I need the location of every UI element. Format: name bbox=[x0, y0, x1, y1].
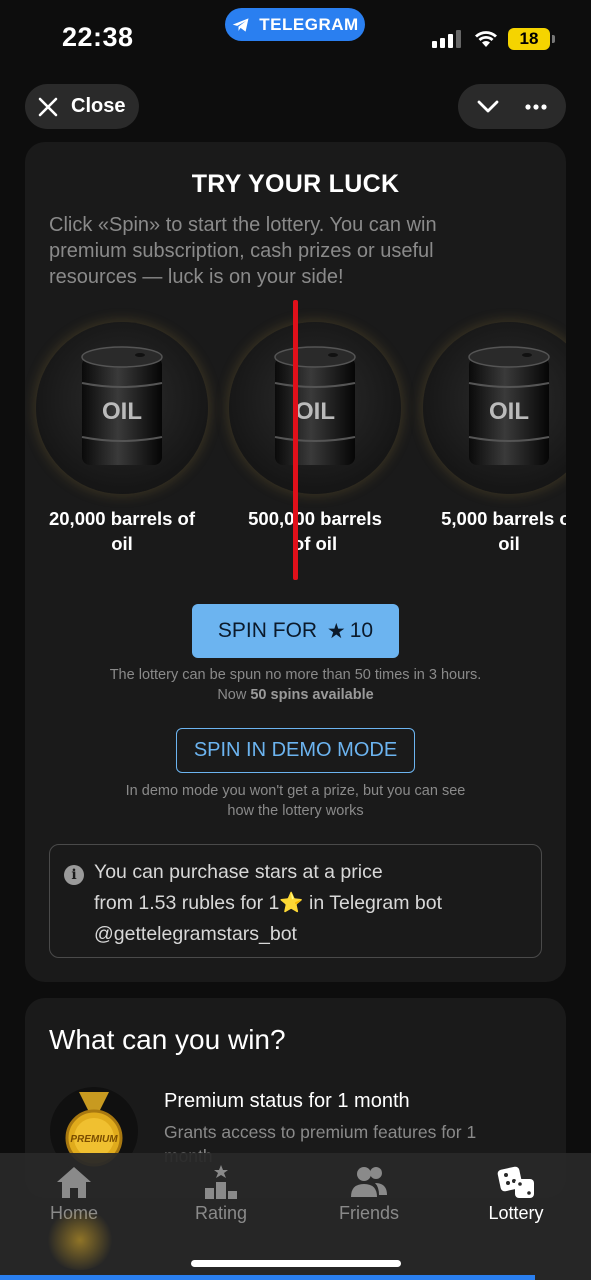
info-icon: i bbox=[64, 865, 84, 885]
telegram-label: TELEGRAM bbox=[259, 14, 359, 34]
podium-icon bbox=[205, 1165, 237, 1199]
spin-note-line: Now 50 spins available bbox=[25, 685, 566, 705]
prizes-list-title: What can you win? bbox=[49, 1024, 286, 1055]
close-button[interactable]: Close bbox=[25, 84, 139, 129]
demo-mode-note: In demo mode you won't get a prize, but … bbox=[25, 781, 566, 821]
barrel-text: OIL bbox=[102, 398, 142, 425]
close-label: Close bbox=[71, 95, 126, 117]
star-emoji-icon: ⭐ bbox=[279, 892, 304, 914]
info-price: from 1.53 rubles for 1 bbox=[94, 892, 280, 914]
background-glow bbox=[45, 1210, 115, 1270]
bottom-accent-bar bbox=[0, 1275, 535, 1280]
prize-label-line: 5,000 barrels of bbox=[441, 508, 566, 529]
spin-button[interactable]: SPIN FOR ★ 10 bbox=[192, 604, 399, 658]
demo-note-line: In demo mode you won't get a prize, but … bbox=[125, 783, 466, 799]
prize-item: OIL 20,000 barrels of oil bbox=[25, 322, 219, 556]
home-icon bbox=[57, 1167, 91, 1198]
telegram-pill[interactable]: TELEGRAM bbox=[225, 8, 365, 41]
prize-item: OIL 500,000 barrels of oil bbox=[218, 322, 412, 556]
info-line: from 1.53 rubles for 1⭐ in Telegram bot bbox=[94, 888, 534, 919]
spin-note-line: The lottery can be spun no more than 50 … bbox=[109, 667, 482, 683]
lottery-title: TRY YOUR LUCK bbox=[191, 170, 400, 198]
star-icon: ★ bbox=[326, 619, 346, 643]
wifi-icon bbox=[475, 31, 497, 47]
stars-info-text: You can purchase stars at a price from 1… bbox=[94, 857, 534, 950]
nav-label: Lottery bbox=[488, 1203, 544, 1223]
spin-button-prefix: SPIN FOR bbox=[217, 619, 323, 642]
info-bot-text: in Telegram bot bbox=[303, 892, 443, 914]
prize-label: 5,000 barrels of oil bbox=[412, 506, 566, 556]
oil-barrel-icon: OIL bbox=[81, 346, 163, 465]
dice-icon bbox=[497, 1166, 534, 1198]
prize-label-line: 500,000 barrels bbox=[248, 508, 382, 529]
prize-circle: OIL bbox=[423, 322, 566, 494]
bot-link[interactable]: @gettelegramstars_bot bbox=[94, 919, 534, 950]
reel-pointer-line bbox=[293, 300, 298, 580]
demo-mode-button[interactable]: SPIN IN DEMO MODE bbox=[176, 728, 415, 773]
barrel-text: OIL bbox=[295, 398, 335, 425]
telegram-icon bbox=[232, 17, 249, 32]
chevron-down-icon[interactable] bbox=[475, 94, 501, 120]
home-indicator[interactable] bbox=[191, 1260, 401, 1267]
nav-label: Friends bbox=[338, 1203, 400, 1223]
prize-label-line: oil bbox=[498, 533, 520, 554]
oil-barrel-icon: OIL bbox=[468, 346, 550, 465]
prize-item-title: Premium status for 1 month bbox=[164, 1090, 410, 1112]
spin-note-now: Now bbox=[217, 687, 251, 703]
oil-barrel-icon: OIL bbox=[274, 346, 356, 465]
prize-label-line: of oil bbox=[292, 533, 338, 554]
prize-circle: OIL bbox=[229, 322, 401, 494]
stars-info-box: i You can purchase stars at a price from… bbox=[49, 844, 542, 958]
more-options-icon[interactable] bbox=[523, 94, 549, 120]
menu-pill bbox=[458, 84, 566, 129]
barrel-text: OIL bbox=[489, 398, 529, 425]
nav-label: Rating bbox=[194, 1203, 248, 1223]
cellular-signal-icon bbox=[432, 30, 461, 48]
battery-icon: 18 bbox=[508, 28, 555, 50]
prize-label: 20,000 barrels of oil bbox=[25, 506, 219, 556]
clock: 22:38 bbox=[62, 22, 134, 52]
prize-label-line: 20,000 barrels of bbox=[48, 508, 196, 529]
prize-label-line: oil bbox=[111, 533, 133, 554]
prize-circle: OIL bbox=[36, 322, 208, 494]
nav-friends[interactable]: Friends bbox=[309, 1159, 429, 1224]
nav-rating[interactable]: Rating bbox=[161, 1159, 281, 1224]
lottery-description: Click «Spin» to start the lottery. You c… bbox=[49, 214, 437, 288]
lottery-card: TRY YOUR LUCK Click «Spin» to start the … bbox=[25, 142, 566, 982]
medal-text: PREMIUM bbox=[70, 1134, 118, 1145]
info-line: You can purchase stars at a price bbox=[94, 861, 383, 883]
spins-available: 50 spins available bbox=[250, 687, 374, 703]
prize-label: 500,000 barrels of oil bbox=[218, 506, 412, 556]
close-icon bbox=[38, 97, 58, 116]
battery-level: 18 bbox=[519, 29, 539, 48]
spin-limit-note: The lottery can be spun no more than 50 … bbox=[25, 665, 566, 705]
nav-lottery[interactable]: Lottery bbox=[456, 1159, 576, 1224]
friends-icon bbox=[351, 1167, 387, 1197]
demo-note-line: how the lottery works bbox=[227, 803, 364, 819]
spin-button-amount: 10 bbox=[349, 619, 374, 642]
prize-item: OIL 5,000 barrels of oil bbox=[412, 322, 566, 556]
status-bar: 22:38 TELEGRAM 18 bbox=[0, 0, 591, 70]
